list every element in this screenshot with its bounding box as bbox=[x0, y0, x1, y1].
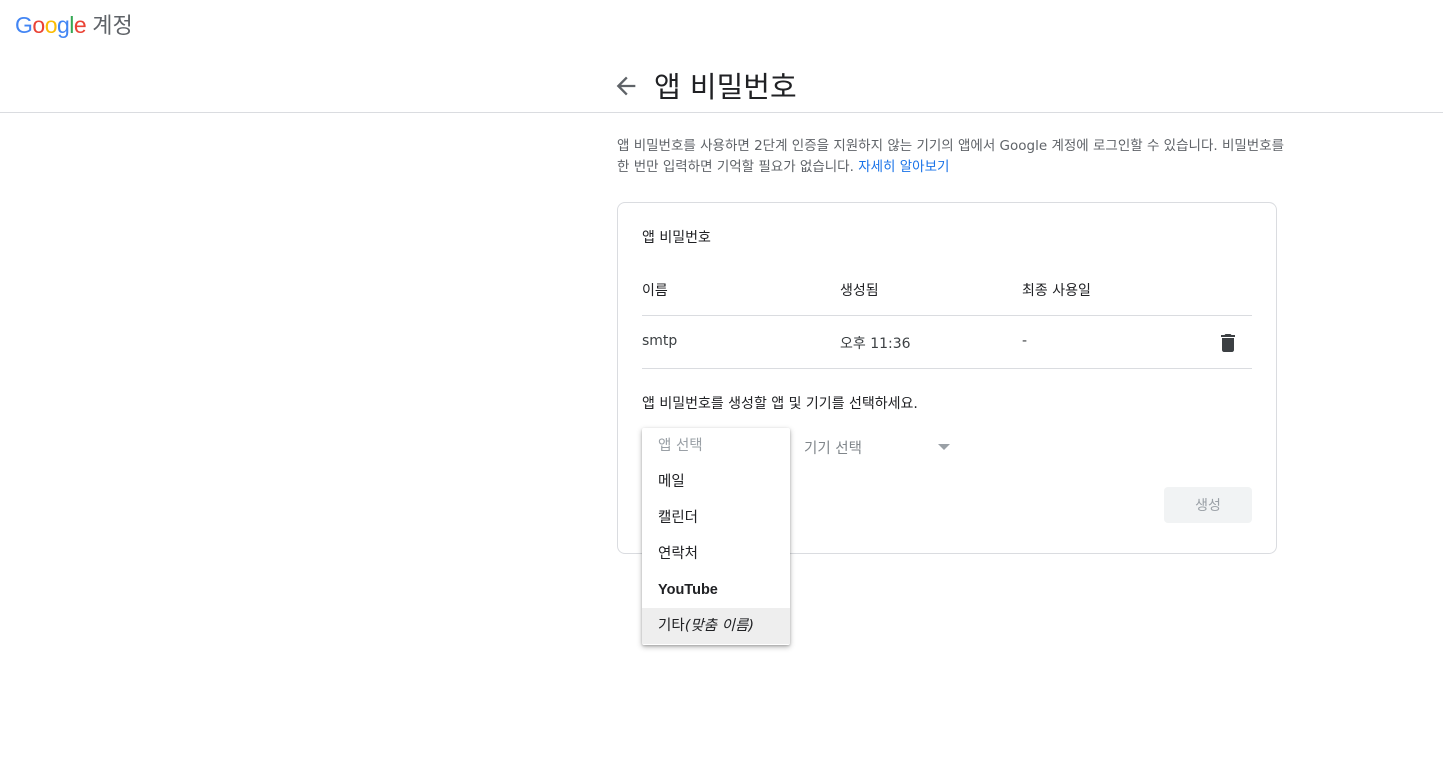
column-header-created: 생성됨 bbox=[840, 283, 879, 299]
table-divider bbox=[642, 368, 1252, 369]
column-header-last-used: 최종 사용일 bbox=[1022, 283, 1091, 299]
row-name: smtp bbox=[642, 333, 678, 349]
account-suffix: 계정 bbox=[92, 14, 133, 39]
column-header-name: 이름 bbox=[642, 283, 668, 299]
card-title: 앱 비밀번호 bbox=[642, 230, 711, 246]
logo-letter: o bbox=[32, 12, 45, 38]
app-select-dropdown[interactable]: 앱 선택 메일 캘린더 연락처 YouTube 기타(맞춤 이름) bbox=[642, 428, 790, 645]
trash-icon[interactable] bbox=[1216, 331, 1240, 355]
device-select[interactable]: 기기 선택 bbox=[804, 431, 954, 461]
learn-more-link[interactable]: 자세히 알아보기 bbox=[858, 159, 949, 175]
row-last-used: - bbox=[1022, 333, 1028, 349]
logo-letter: e bbox=[73, 12, 87, 38]
logo-letter: o bbox=[44, 12, 58, 38]
app-option-youtube[interactable]: YouTube bbox=[642, 572, 790, 608]
dropdown-caret-icon bbox=[938, 444, 950, 450]
logo-letter: g bbox=[56, 12, 70, 38]
app-option-other-label: 기타 bbox=[658, 618, 685, 634]
app-option-contacts[interactable]: 연락처 bbox=[642, 536, 790, 572]
app-option-calendar[interactable]: 캘린더 bbox=[642, 500, 790, 536]
arrow-back-icon[interactable] bbox=[612, 72, 640, 100]
page-title: 앱 비밀번호 bbox=[654, 70, 797, 104]
device-select-placeholder: 기기 선택 bbox=[804, 441, 862, 457]
intro-text: 앱 비밀번호를 사용하면 2단계 인증을 지원하지 않는 기기의 앱에서 Goo… bbox=[617, 136, 1297, 178]
google-wordmark: Google bbox=[15, 12, 87, 39]
app-option-other-custom[interactable]: 기타(맞춤 이름) bbox=[642, 608, 790, 644]
table-divider bbox=[642, 315, 1252, 316]
app-select-placeholder[interactable]: 앱 선택 bbox=[642, 428, 790, 464]
google-account-logo[interactable]: Google 계정 bbox=[15, 8, 133, 40]
select-instruction: 앱 비밀번호를 생성할 앱 및 기기를 선택하세요. bbox=[642, 396, 918, 412]
top-bar: Google 계정 앱 비밀번호 bbox=[0, 0, 1443, 113]
intro-description: 앱 비밀번호를 사용하면 2단계 인증을 지원하지 않는 기기의 앱에서 Goo… bbox=[617, 138, 1285, 175]
app-option-other-hint: (맞춤 이름) bbox=[684, 618, 754, 634]
app-option-mail[interactable]: 메일 bbox=[642, 464, 790, 500]
generate-button[interactable]: 생성 bbox=[1164, 487, 1252, 523]
logo-letter: G bbox=[15, 12, 33, 38]
row-created: 오후 11:36 bbox=[840, 336, 911, 352]
